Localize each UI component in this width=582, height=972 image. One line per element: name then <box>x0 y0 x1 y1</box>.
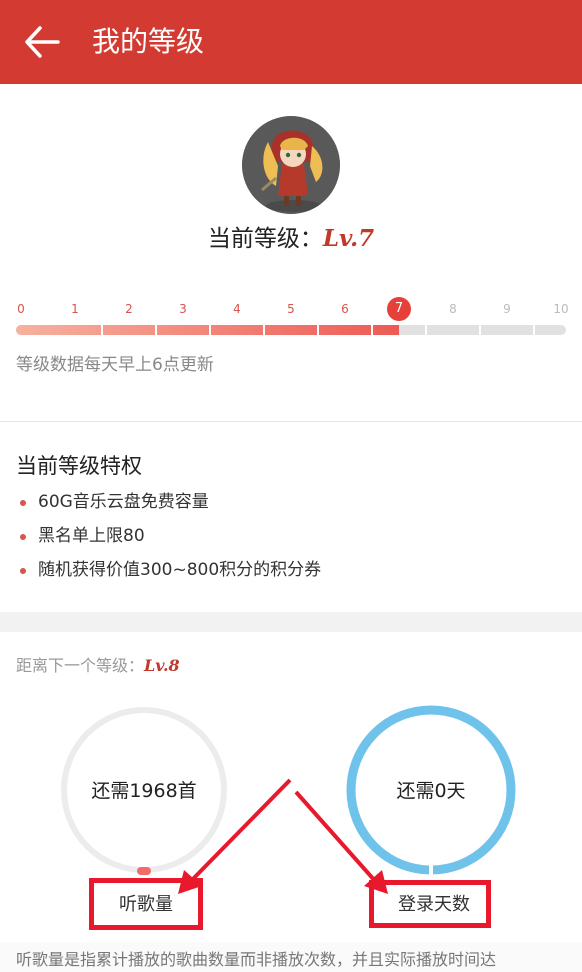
avatar-character-image <box>242 116 340 214</box>
current-level-value: Lv.7 <box>322 225 375 252</box>
level-progress-track <box>16 325 566 335</box>
level-segment-divider <box>209 325 211 335</box>
level-tick: 9 <box>503 302 511 316</box>
level-tick: 8 <box>449 302 457 316</box>
level-segment-divider <box>479 325 481 335</box>
level-tick: 4 <box>233 302 241 316</box>
avatar[interactable] <box>242 116 340 214</box>
title-bar: 我的等级 <box>0 0 582 84</box>
level-tick: 0 <box>17 302 25 316</box>
next-level-label: 距离下一个等级：Lv.8 <box>16 652 180 676</box>
listen-caption: 听歌量 <box>119 894 173 915</box>
next-level-text: 距离下一个等级： <box>16 656 145 675</box>
current-level: 当前等级：Lv.7 <box>0 222 582 256</box>
section-separator <box>0 612 582 632</box>
level-tick: 5 <box>287 302 295 316</box>
level-segment-divider <box>371 325 373 335</box>
back-button[interactable] <box>22 24 66 60</box>
level-segment-divider <box>533 325 535 335</box>
footer-note: 听歌量是指累计播放的歌曲数量而非播放次数，并且实际播放时间达 <box>0 942 582 972</box>
level-segment-divider <box>425 325 427 335</box>
level-progress-fill <box>16 325 399 335</box>
level-segment-divider <box>155 325 157 335</box>
privileges-list: 60G音乐云盘免费容量 黑名单上限80 随机获得价值300~800积分的积分券 <box>16 488 321 590</box>
level-tick: 10 <box>553 302 569 316</box>
privilege-item: 黑名单上限80 <box>16 522 321 556</box>
level-tick: 3 <box>179 302 187 316</box>
login-remaining-text: 还需0天 <box>396 780 466 802</box>
privilege-item: 60G音乐云盘免费容量 <box>16 488 321 522</box>
listen-ring-marker <box>137 867 151 875</box>
privilege-item: 随机获得价值300~800积分的积分券 <box>16 556 321 590</box>
privileges-title: 当前等级特权 <box>16 454 142 478</box>
level-ticks: 0 1 2 3 4 5 6 7 8 9 10 <box>0 297 582 321</box>
level-segment-divider <box>263 325 265 335</box>
level-tick: 1 <box>71 302 79 316</box>
level-tick: 6 <box>341 302 349 316</box>
level-tick: 2 <box>125 302 133 316</box>
level-segment-divider <box>317 325 319 335</box>
login-ring-gap <box>429 860 433 880</box>
divider <box>0 421 582 422</box>
listen-remaining-text: 还需1968首 <box>91 780 197 802</box>
level-tick: 7 <box>387 297 411 321</box>
page-title: 我的等级 <box>92 25 205 58</box>
back-arrow-icon <box>25 26 60 58</box>
next-level-value: Lv.8 <box>144 656 180 675</box>
login-caption: 登录天数 <box>398 894 470 915</box>
current-level-label: 当前等级： <box>207 226 323 252</box>
update-note: 等级数据每天早上6点更新 <box>16 355 214 375</box>
level-segment-divider <box>101 325 103 335</box>
